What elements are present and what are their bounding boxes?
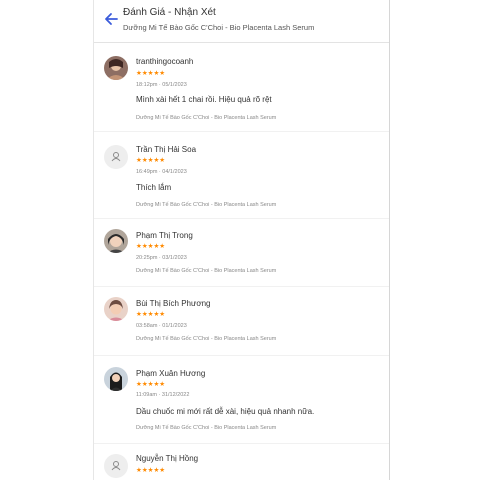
review-product: Dưỡng Mi Tế Bào Gốc C'Choi - Bio Placent… xyxy=(136,202,277,208)
review-item: Trần Thị Hải Soa ★★★★★ 16:49pm · 04/1/20… xyxy=(94,139,389,219)
header: Đánh Giá - Nhận Xét Dưỡng Mi Tế Bào Gốc … xyxy=(94,0,389,43)
star-rating: ★★★★★ xyxy=(136,243,166,250)
review-time: 11:09am · 31/12/2022 xyxy=(136,392,190,398)
divider xyxy=(94,218,389,219)
reviewer-name: Bùi Thị Bích Phương xyxy=(136,299,211,308)
avatar xyxy=(104,229,128,253)
divider xyxy=(94,286,389,287)
user-icon xyxy=(111,152,121,162)
review-comment: Dầu chuốc mi mới rất dễ xài, hiệu quả nh… xyxy=(136,407,315,416)
arrow-left-icon[interactable] xyxy=(103,11,119,27)
avatar xyxy=(104,367,128,391)
avatar xyxy=(104,56,128,80)
reviewer-name: Phạm Xuân Hương xyxy=(136,369,206,378)
avatar xyxy=(104,145,128,169)
review-time: 16:49pm · 04/1/2023 xyxy=(136,169,187,175)
review-product: Dưỡng Mi Tế Bào Gốc C'Choi - Bio Placent… xyxy=(136,268,277,274)
star-rating: ★★★★★ xyxy=(136,157,166,164)
star-rating: ★★★★★ xyxy=(136,311,166,318)
review-item: tranthingocoanh ★★★★★ 18:12pm · 05/1/202… xyxy=(94,52,389,132)
divider xyxy=(94,443,389,444)
review-time: 03:58am · 01/1/2023 xyxy=(136,323,187,329)
reviewer-name: Trần Thị Hải Soa xyxy=(136,145,197,154)
divider xyxy=(94,131,389,132)
reviewer-name: tranthingocoanh xyxy=(136,57,194,66)
avatar xyxy=(104,297,128,321)
review-product: Dưỡng Mi Tế Bào Gốc C'Choi - Bio Placent… xyxy=(136,115,277,121)
divider xyxy=(94,355,389,356)
page-title: Đánh Giá - Nhận Xét xyxy=(123,7,216,18)
reviewer-name: Nguyễn Thị Hồng xyxy=(136,454,199,463)
review-item: Phạm Xuân Hương ★★★★★ 11:09am · 31/12/20… xyxy=(94,363,389,443)
review-product: Dưỡng Mi Tế Bào Gốc C'Choi - Bio Placent… xyxy=(136,425,277,431)
review-item: Nguyễn Thị Hồng ★★★★★ xyxy=(94,451,389,480)
review-comment: Mình xài hết 1 chai rồi. Hiệu quả rõ rệt xyxy=(136,95,272,104)
review-item: Phạm Thị Trong ★★★★★ 20:25pm · 03/1/2023… xyxy=(94,226,389,286)
reviews-panel: Đánh Giá - Nhận Xét Dưỡng Mi Tế Bào Gốc … xyxy=(93,0,390,480)
star-rating: ★★★★★ xyxy=(136,381,166,388)
reviewer-name: Phạm Thị Trong xyxy=(136,231,193,240)
star-rating: ★★★★★ xyxy=(136,467,166,474)
user-icon xyxy=(111,461,121,471)
star-rating: ★★★★★ xyxy=(136,70,166,77)
review-comment: Thích lắm xyxy=(136,183,172,192)
review-item: Bùi Thị Bích Phương ★★★★★ 03:58am · 01/1… xyxy=(94,294,389,356)
review-time: 20:25pm · 03/1/2023 xyxy=(136,255,187,261)
review-product: Dưỡng Mi Tế Bào Gốc C'Choi - Bio Placent… xyxy=(136,336,277,342)
avatar xyxy=(104,454,128,478)
page-subtitle: Dưỡng Mi Tế Bào Gốc C'Choi - Bio Placent… xyxy=(123,23,315,32)
review-time: 18:12pm · 05/1/2023 xyxy=(136,82,187,88)
